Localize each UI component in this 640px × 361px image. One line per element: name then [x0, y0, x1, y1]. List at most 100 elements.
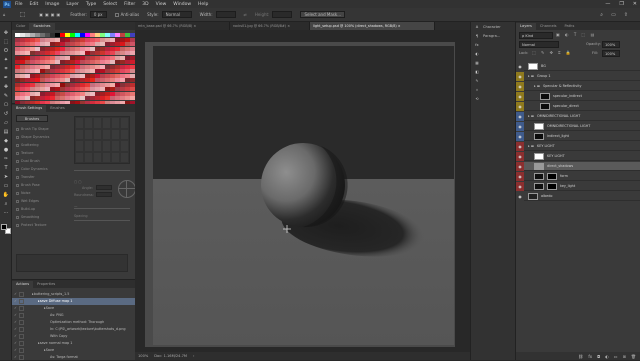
swatch[interactable] — [15, 55, 20, 60]
menu-item-image[interactable]: Image — [45, 2, 59, 7]
swatch[interactable] — [45, 82, 50, 87]
antialias-checkbox[interactable] — [114, 12, 119, 17]
swatch[interactable] — [105, 78, 110, 82]
selection-mode-icons[interactable]: ▣▣▣▣ — [39, 12, 62, 17]
swatch[interactable] — [35, 60, 40, 64]
tab-brushes[interactable]: Brushes — [46, 105, 68, 112]
action-check-icon[interactable]: ✓ — [12, 327, 19, 331]
swatch[interactable] — [110, 51, 115, 55]
swatch[interactable] — [45, 87, 50, 91]
dock-item[interactable]: ▦ — [471, 58, 515, 67]
swatch[interactable] — [100, 96, 105, 100]
swatch[interactable] — [30, 46, 35, 51]
brush-option-checkbox[interactable] — [16, 127, 19, 131]
swatch[interactable] — [95, 46, 100, 51]
swatch[interactable] — [30, 87, 35, 91]
doc-tab-light-setup[interactable]: light_setup.psd @ 100% (direct_shadows, … — [310, 22, 435, 30]
path-select-tool-icon[interactable]: ➤ — [0, 172, 12, 181]
swatch[interactable] — [40, 46, 45, 51]
swatch[interactable] — [60, 60, 65, 64]
layer-row[interactable]: ◉ OMNIDIRECTIONAL LIGHT — [516, 121, 640, 131]
swatch[interactable] — [80, 96, 85, 100]
brush-option[interactable]: Transfer — [16, 174, 66, 180]
menu-item-layer[interactable]: Layer — [66, 2, 79, 7]
doc-tab-mtn-base[interactable]: mtn_base.psd @ 66.7% (RGB/8) × — [135, 22, 230, 30]
swatch[interactable] — [45, 73, 50, 78]
swatch[interactable] — [15, 91, 20, 96]
swatch[interactable] — [15, 87, 20, 91]
hardness-slider[interactable] — [74, 208, 130, 209]
swatch[interactable] — [130, 55, 135, 60]
swatch[interactable] — [95, 91, 100, 96]
swatch[interactable] — [50, 64, 55, 69]
swatch[interactable] — [100, 73, 105, 78]
swatch[interactable] — [95, 73, 100, 78]
swatch[interactable] — [130, 82, 135, 87]
swatch[interactable] — [125, 73, 130, 78]
menu-item-edit[interactable]: Edit — [30, 2, 39, 7]
swatch[interactable] — [95, 96, 100, 100]
swatch[interactable] — [40, 73, 45, 78]
swatch[interactable] — [30, 42, 35, 46]
swatch[interactable] — [85, 87, 90, 91]
action-row[interactable]: ✓ With Copy — [12, 333, 135, 340]
dodge-tool-icon[interactable]: ● — [0, 145, 12, 154]
swatch[interactable] — [115, 64, 120, 69]
swatch[interactable] — [115, 37, 120, 42]
brush-option[interactable]: Protect Texture — [16, 222, 66, 228]
swatch[interactable] — [60, 96, 65, 100]
swatch[interactable] — [85, 46, 90, 51]
layer-filter-icons[interactable]: ▣ ◐ T ⬚ ▤ — [556, 32, 596, 37]
swatch[interactable] — [60, 42, 65, 46]
dock-item-icon[interactable]: ◐ — [474, 52, 480, 56]
swatch[interactable] — [85, 42, 90, 46]
action-dialog-toggle[interactable] — [19, 340, 24, 346]
brush-option-checkbox[interactable] — [16, 135, 19, 139]
brush-option[interactable]: Brush Tip Shape — [16, 126, 66, 132]
swatch[interactable] — [90, 37, 95, 42]
folder-icon[interactable]: ▸ ▬ — [528, 114, 534, 118]
brush-option[interactable]: Wet Edges — [16, 198, 66, 204]
action-check-icon[interactable]: ✓ — [12, 341, 19, 345]
swatch[interactable] — [15, 96, 20, 100]
swatch[interactable] — [110, 60, 115, 64]
swatch[interactable] — [60, 69, 65, 73]
swatch[interactable] — [115, 82, 120, 87]
swatch[interactable] — [35, 64, 40, 69]
swatch[interactable] — [125, 96, 130, 100]
tab-actions[interactable]: Actions — [12, 281, 34, 288]
eyedropper-tool-icon[interactable]: ✒ — [0, 73, 12, 82]
swatch[interactable] — [110, 55, 115, 60]
swatch[interactable] — [95, 60, 100, 64]
swatch[interactable] — [35, 73, 40, 78]
tab-color[interactable]: Color — [12, 23, 29, 30]
tab-swatches[interactable]: Swatches — [29, 23, 55, 30]
swatch[interactable] — [125, 69, 130, 73]
swatch[interactable] — [20, 73, 25, 78]
swatch[interactable] — [85, 69, 90, 73]
dock-item[interactable]: ✎ — [471, 76, 515, 85]
swatch[interactable] — [115, 46, 120, 51]
swatch[interactable] — [80, 64, 85, 69]
swatch[interactable] — [125, 78, 130, 82]
swatch[interactable] — [65, 55, 70, 60]
swatch[interactable] — [70, 51, 75, 55]
move-tool-icon[interactable]: ✥ — [0, 28, 12, 37]
dock-item[interactable]: ⟲ — [471, 94, 515, 103]
swatch[interactable] — [130, 37, 135, 42]
swatch[interactable] — [40, 55, 45, 60]
swatch[interactable] — [110, 96, 115, 100]
swatch[interactable] — [65, 91, 70, 96]
dock-item-icon[interactable]: ✎ — [474, 79, 480, 83]
layer-thumbnail[interactable] — [534, 132, 544, 140]
swatch[interactable] — [75, 42, 80, 46]
swatch[interactable] — [50, 42, 55, 46]
swatch[interactable] — [85, 60, 90, 64]
swatch[interactable] — [95, 87, 100, 91]
swatch[interactable] — [20, 91, 25, 96]
swatch[interactable] — [110, 64, 115, 69]
swatch[interactable] — [65, 37, 70, 42]
swatch[interactable] — [25, 87, 30, 91]
swatch[interactable] — [130, 78, 135, 82]
swatch[interactable] — [115, 51, 120, 55]
